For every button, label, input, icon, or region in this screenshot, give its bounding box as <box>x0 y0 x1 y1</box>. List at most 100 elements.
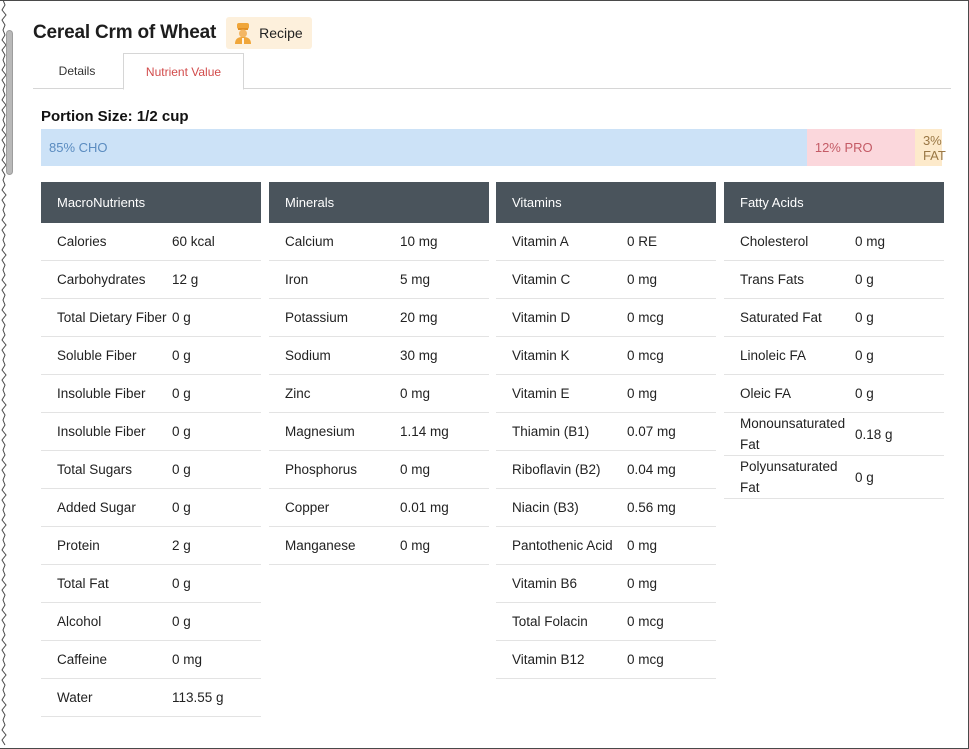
nutrient-value: 0 mg <box>627 538 658 553</box>
table-row: Sodium 30 mg <box>269 337 489 375</box>
macro-segment-pro: 12% PRO <box>806 129 915 166</box>
scrollbar-thumb[interactable] <box>6 30 13 175</box>
table-row: Protein 2 g <box>41 527 261 565</box>
nutrient-label: Total Folacin <box>512 614 588 629</box>
nutrient-label: Vitamin D <box>512 310 571 325</box>
table-header: Fatty Acids <box>724 182 944 223</box>
nutrient-value: 0 mg <box>400 386 431 401</box>
nutrient-label: Vitamin E <box>512 386 570 401</box>
table-row: Total Folacin 0 mcg <box>496 603 716 641</box>
nutrient-label: Total Fat <box>57 576 109 591</box>
nutrient-label: Iron <box>285 272 309 287</box>
nutrient-label: Monounsaturated Fat <box>740 416 846 452</box>
portion-size: Portion Size: 1/2 cup <box>41 108 189 125</box>
table-header: MacroNutrients <box>41 182 261 223</box>
table-row: Oleic FA 0 g <box>724 375 944 413</box>
table-row: Soluble Fiber 0 g <box>41 337 261 375</box>
recipe-badge-label: Recipe <box>259 25 303 41</box>
nutrient-label: Carbohydrates <box>57 272 146 287</box>
minerals-table: Minerals Calcium 10 mg Iron 5 mg Potassium 20… <box>269 182 489 565</box>
table-row: Calcium 10 mg <box>269 223 489 261</box>
nutrient-label: Vitamin B6 <box>512 576 578 591</box>
nutrient-value: 0 mcg <box>627 652 664 667</box>
nutrient-label: Vitamin C <box>512 272 571 287</box>
table-row: Pantothenic Acid 0 mg <box>496 527 716 565</box>
nutrient-label: Alcohol <box>57 614 102 629</box>
macro-segment-cho: 85% CHO <box>41 129 807 166</box>
nutrient-label: Caffeine <box>57 652 108 667</box>
nutrient-value: 0.56 mg <box>627 500 676 515</box>
nutrient-value: 20 mg <box>400 310 438 325</box>
nutrient-value: 0 mcg <box>627 614 664 629</box>
nutrient-label: Polyunsaturated Fat <box>740 459 838 495</box>
nutrient-value: 113.55 g <box>172 690 224 705</box>
nutrient-value: 0.01 mg <box>400 500 449 515</box>
table-row: Alcohol 0 g <box>41 603 261 641</box>
table-row: Saturated Fat 0 g <box>724 299 944 337</box>
nutrient-label: Copper <box>285 500 330 515</box>
nutrient-value: 5 mg <box>400 272 431 287</box>
nutrient-label: Total Dietary Fiber <box>57 310 167 325</box>
nutrient-value: 0 mcg <box>627 310 664 325</box>
nutrient-label: Riboflavin (B2) <box>512 462 601 477</box>
table-row: Vitamin C 0 mg <box>496 261 716 299</box>
nutrient-label: Thiamin (B1) <box>512 424 590 439</box>
table-row: Polyunsaturated Fat 0 g <box>724 456 944 499</box>
table-row: Water 113.55 g <box>41 679 261 717</box>
macro-distribution-bar: 85% CHO 12% PRO 3% FAT <box>41 129 946 166</box>
nutrient-label: Pantothenic Acid <box>512 538 613 553</box>
nutrient-value: 0 g <box>172 386 191 401</box>
table-row: Copper 0.01 mg <box>269 489 489 527</box>
nutrient-value: 0 mg <box>627 386 658 401</box>
nutrient-label: Zinc <box>285 386 311 401</box>
nutrient-value: 0 g <box>172 614 191 629</box>
nutrient-value: 0.07 mg <box>627 424 676 439</box>
nutrient-value: 12 g <box>172 272 199 287</box>
nutrient-value: 0 RE <box>627 234 658 249</box>
nutrient-label: Vitamin B12 <box>512 652 585 667</box>
table-row: Riboflavin (B2) 0.04 mg <box>496 451 716 489</box>
table-row: Iron 5 mg <box>269 261 489 299</box>
table-row: Magnesium 1.14 mg <box>269 413 489 451</box>
table-row: Caffeine 0 mg <box>41 641 261 679</box>
table-row: Phosphorus 0 mg <box>269 451 489 489</box>
table-row: Vitamin A 0 RE <box>496 223 716 261</box>
nutrient-value: 0.18 g <box>855 426 893 442</box>
table-row: Insoluble Fiber 0 g <box>41 375 261 413</box>
nutrient-value: 0 mg <box>400 538 431 553</box>
page-title: Cereal Crm of Wheat <box>33 22 217 43</box>
table-row: Vitamin B6 0 mg <box>496 565 716 603</box>
nutrient-value: 0 mg <box>400 462 431 477</box>
table-row: Total Dietary Fiber 0 g <box>41 299 261 337</box>
table-header: Minerals <box>269 182 489 223</box>
nutrient-label: Saturated Fat <box>740 310 822 325</box>
nutrient-value: 1.14 mg <box>400 424 449 439</box>
nutrient-label: Cholesterol <box>740 234 809 249</box>
table-row: Thiamin (B1) 0.07 mg <box>496 413 716 451</box>
nutrient-label: Calcium <box>285 234 334 249</box>
nutrient-label: Magnesium <box>285 424 355 439</box>
nutrient-label: Added Sugar <box>57 500 136 515</box>
table-row: Calories 60 kcal <box>41 223 261 261</box>
recipe-badge[interactable]: Recipe <box>226 17 312 49</box>
nutrient-value: 0 g <box>172 462 191 477</box>
nutrient-value: 30 mg <box>400 348 438 363</box>
nutrient-value: 0 g <box>855 348 874 363</box>
nutrient-label: Manganese <box>285 538 356 553</box>
nutrient-value: 0 g <box>172 348 191 363</box>
table-row: Total Sugars 0 g <box>41 451 261 489</box>
tab-nutrient-value[interactable]: Nutrient Value <box>123 53 244 90</box>
table-row: Manganese 0 mg <box>269 527 489 565</box>
table-row: Vitamin E 0 mg <box>496 375 716 413</box>
nutrient-label: Niacin (B3) <box>512 500 579 515</box>
tab-details[interactable]: Details <box>33 53 121 89</box>
nutrient-value: 60 kcal <box>172 234 215 249</box>
table-row: Total Fat 0 g <box>41 565 261 603</box>
table-row: Zinc 0 mg <box>269 375 489 413</box>
nutrient-value: 0 g <box>855 272 874 287</box>
vitamins-table: Vitamins Vitamin A0 RE Vitamin C0 mg Vitam… <box>496 182 716 679</box>
nutrient-value: 0 mg <box>627 272 658 287</box>
macronutrients-table: MacroNutrients Calories 60 kcal Carbohydra… <box>41 182 261 717</box>
nutrient-label: Soluble Fiber <box>57 348 137 363</box>
table-row: Insoluble Fiber 0 g <box>41 413 261 451</box>
